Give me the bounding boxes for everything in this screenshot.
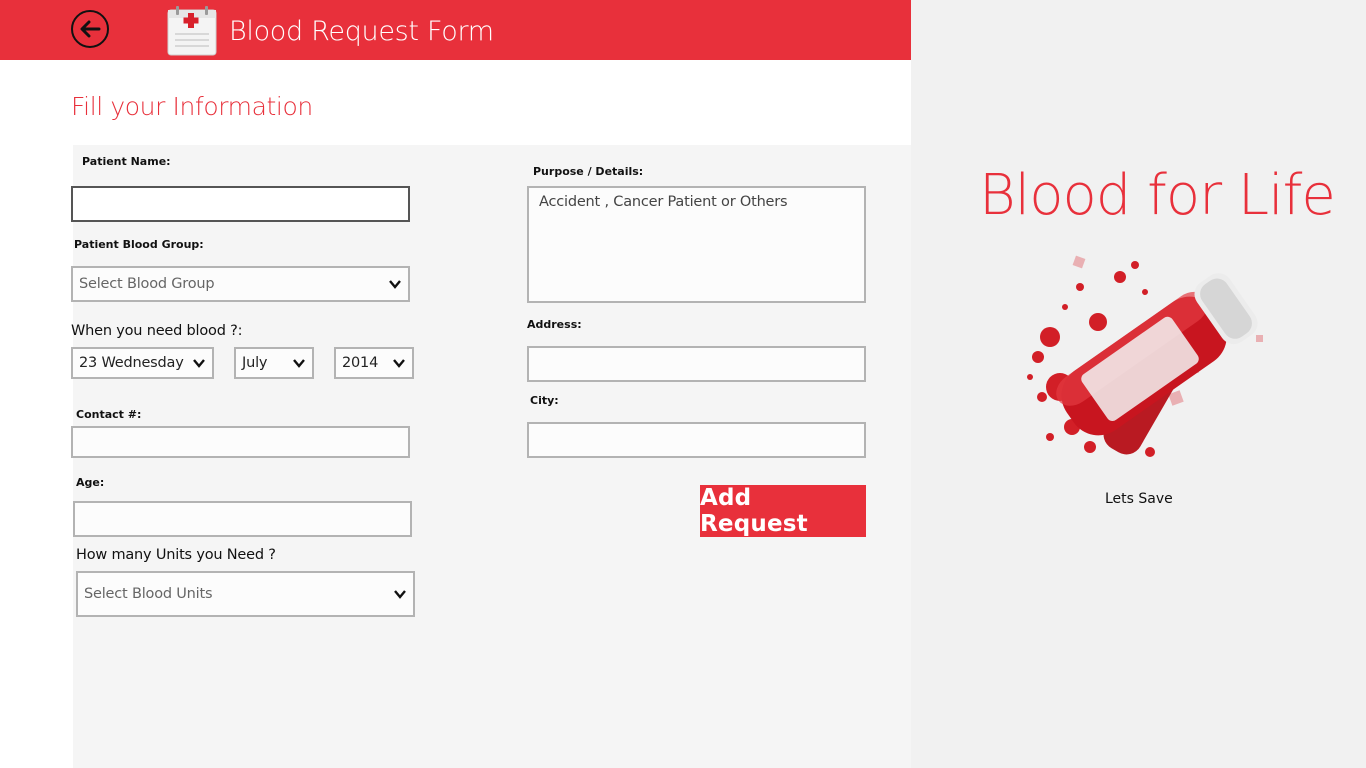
city-input[interactable] (527, 422, 866, 458)
brand-title: Blood for Life (979, 163, 1336, 228)
back-button[interactable] (71, 10, 109, 48)
purpose-placeholder: Accident , Cancer Patient or Others (539, 194, 788, 210)
patient-name-label: Patient Name: (82, 155, 171, 168)
contact-input[interactable] (71, 426, 410, 458)
units-label: How many Units you Need ? (76, 547, 276, 563)
blood-group-label: Patient Blood Group: (74, 238, 204, 251)
units-select[interactable]: Select Blood Units (76, 571, 415, 617)
age-input[interactable] (73, 501, 412, 537)
year-select[interactable]: 2014 (334, 347, 414, 379)
year-value: 2014 (342, 355, 379, 371)
chevron-down-icon (393, 359, 405, 368)
app-header: Blood Request Form (0, 0, 911, 60)
page-title: Blood Request Form (229, 16, 494, 47)
add-request-button[interactable]: Add Request (700, 485, 866, 537)
address-input[interactable] (527, 346, 866, 382)
blood-group-placeholder: Select Blood Group (79, 276, 215, 292)
age-label: Age: (76, 476, 105, 489)
address-label: Address: (527, 318, 582, 331)
clipboard-icon (167, 6, 217, 56)
units-placeholder: Select Blood Units (84, 586, 213, 602)
day-value: 23 Wednesday (79, 355, 184, 371)
blood-bottle-illustration (1027, 255, 1263, 457)
chevron-down-icon (193, 359, 205, 368)
section-title: Fill your Information (71, 92, 313, 121)
blood-group-select[interactable]: Select Blood Group (71, 266, 410, 302)
chevron-down-icon (394, 590, 406, 599)
back-arrow-icon (80, 20, 101, 38)
purpose-textarea[interactable]: Accident , Cancer Patient or Others (527, 186, 866, 303)
patient-name-input[interactable] (71, 186, 410, 222)
chevron-down-icon (293, 359, 305, 368)
contact-label: Contact #: (76, 408, 142, 421)
need-date-label: When you need blood ?: (71, 323, 243, 339)
day-select[interactable]: 23 Wednesday (71, 347, 214, 379)
tagline: Lets Save (1105, 491, 1173, 507)
month-select[interactable]: July (234, 347, 314, 379)
chevron-down-icon (389, 280, 401, 289)
city-label: City: (530, 394, 559, 407)
month-value: July (242, 355, 268, 371)
purpose-label: Purpose / Details: (533, 165, 644, 178)
